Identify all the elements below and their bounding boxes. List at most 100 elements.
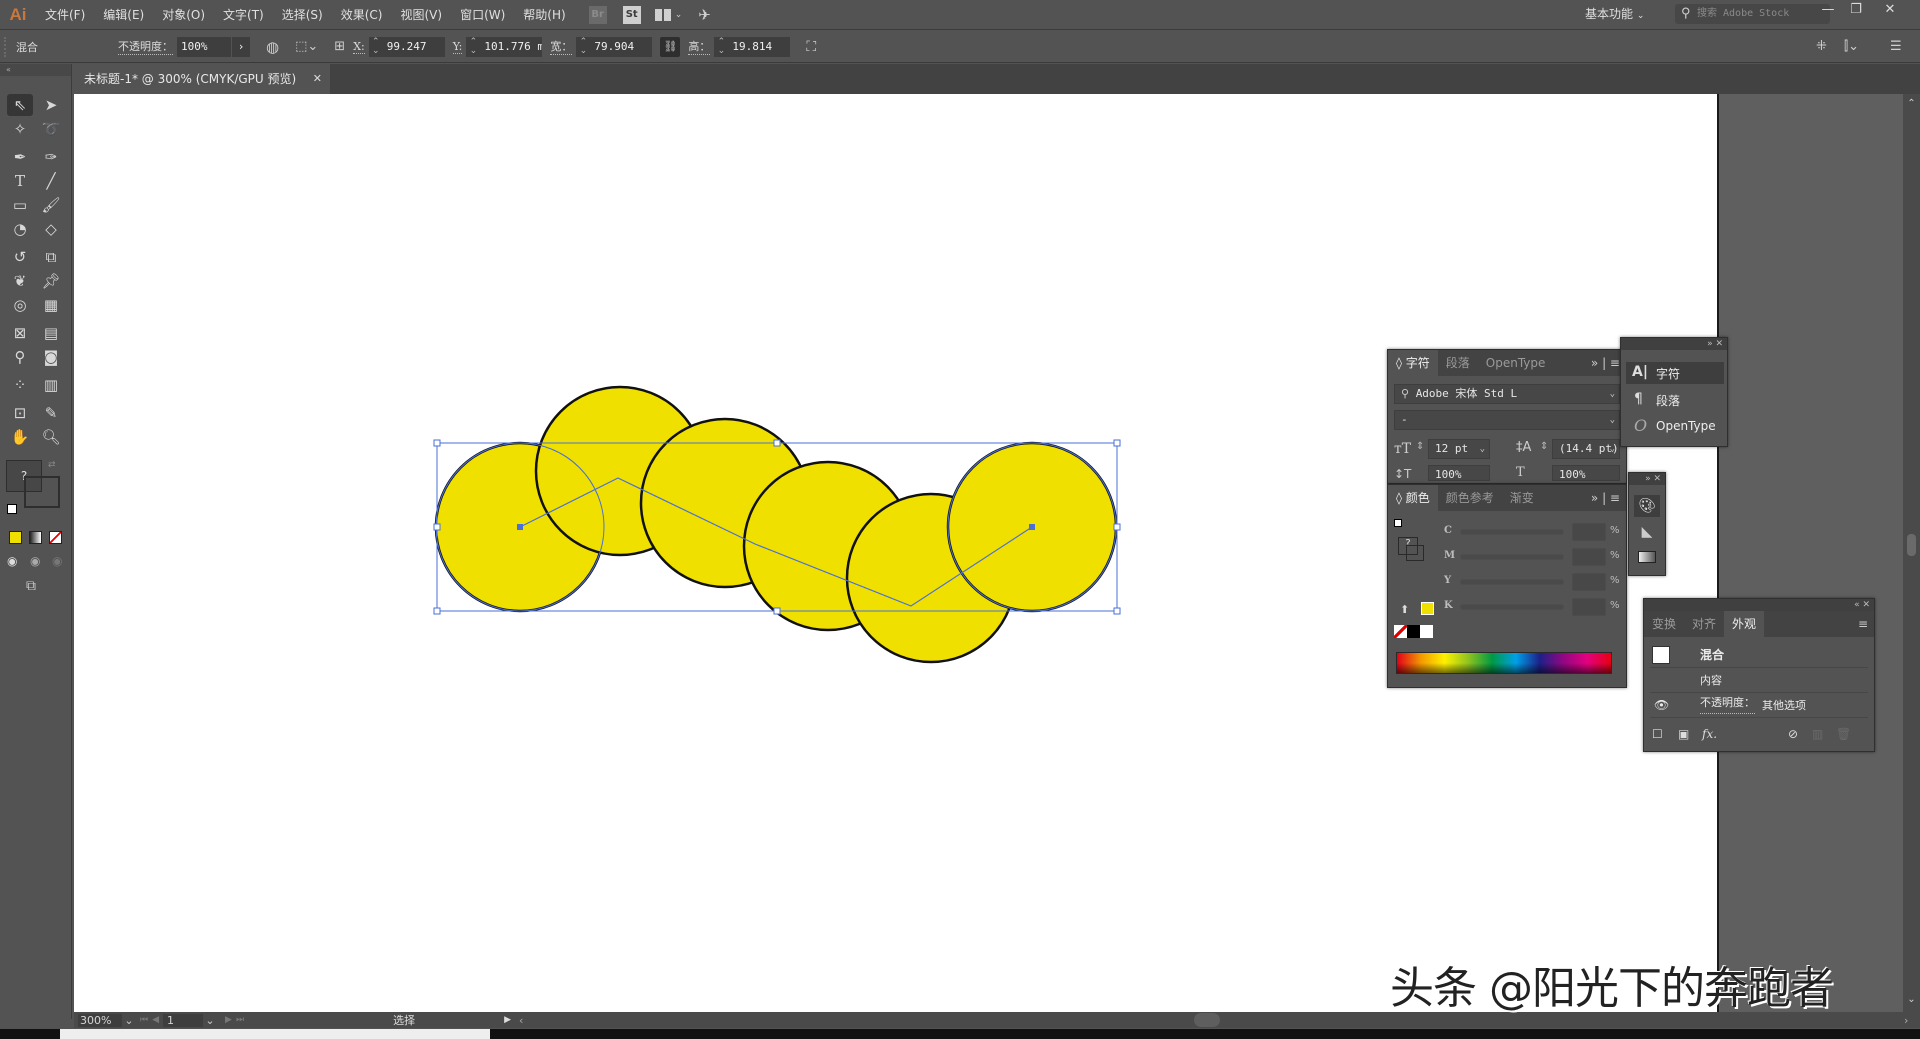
screen-mode-icon[interactable]: ⧉	[26, 578, 36, 594]
yellow-slider[interactable]	[1460, 579, 1564, 585]
color-spectrum[interactable]	[1396, 652, 1612, 674]
taskbar-search[interactable]	[60, 1029, 490, 1039]
status-menu-icon[interactable]: ▶	[504, 1015, 511, 1025]
direct-selection-tool-icon[interactable]: ➤	[38, 94, 64, 116]
arrange-documents-icon[interactable]	[654, 8, 671, 21]
white-swatch[interactable]	[1420, 625, 1433, 638]
curvature-tool-icon[interactable]: ✑	[38, 146, 64, 168]
tab-gradient[interactable]: 渐变	[1502, 485, 1542, 511]
vertical-scrollbar[interactable]: ⌃ ⌄	[1903, 94, 1920, 1019]
resize-handle[interactable]	[1113, 523, 1121, 531]
magenta-slider[interactable]	[1460, 554, 1564, 560]
collapse-toolbar-icon[interactable]: «	[0, 64, 71, 76]
gpu-performance-icon[interactable]: ✈	[698, 6, 711, 24]
none-swatch[interactable]	[1394, 625, 1407, 638]
color-guide-icon[interactable]: ◣	[1634, 521, 1660, 543]
close-dock-icon[interactable]: ✕	[1715, 339, 1723, 349]
opacity-input[interactable]: 100%	[177, 36, 231, 57]
visibility-eye-icon[interactable]: 👁︎	[1654, 693, 1669, 718]
opacity-expand-button[interactable]: ›	[232, 36, 250, 57]
eyedropper-tool-icon[interactable]: ⚲	[7, 346, 33, 368]
last-artboard-icon[interactable]: ⏭	[236, 1015, 244, 1025]
restore-button[interactable]: ❐	[1842, 0, 1870, 20]
next-artboard-icon[interactable]: ▶	[225, 1015, 232, 1025]
horizontal-scale-input[interactable]: 100%	[1552, 465, 1620, 481]
opacity-label[interactable]: 不透明度：	[118, 38, 173, 55]
column-graph-tool-icon[interactable]: ▥	[38, 374, 64, 396]
tab-color[interactable]: ◊ 颜色	[1388, 485, 1438, 511]
scroll-left-icon[interactable]: ‹	[519, 1014, 523, 1027]
appearance-row-contents[interactable]: 内容	[1650, 668, 1868, 693]
slice-tool-icon[interactable]: ✎	[38, 402, 64, 424]
width-stepper[interactable]: ⌃ ⌄	[576, 36, 591, 57]
menu-type[interactable]: 文字(T)	[214, 6, 273, 23]
black-slider[interactable]	[1460, 604, 1564, 610]
draw-behind-icon[interactable]: ◉	[30, 554, 40, 568]
perspective-grid-tool-icon[interactable]: ▦	[38, 294, 64, 316]
clear-appearance-icon[interactable]: ⊘	[1788, 727, 1798, 741]
x-stepper[interactable]: ⌃ ⌄	[368, 36, 383, 57]
artboard-dropdown-icon[interactable]: ⌄	[203, 1014, 217, 1027]
stroke-swatch[interactable]	[24, 476, 60, 508]
tab-appearance[interactable]: 外观	[1724, 611, 1765, 637]
align-to-selection-icon[interactable]: ⬚⌄	[295, 39, 318, 54]
constrain-proportions-link-icon[interactable]: ⛓	[660, 36, 681, 57]
minimize-button[interactable]: —	[1814, 0, 1842, 20]
vertical-scroll-thumb[interactable]	[1907, 534, 1916, 556]
anchor-point[interactable]	[1029, 524, 1035, 530]
add-new-stroke-icon[interactable]: ☐	[1652, 727, 1663, 741]
artboard-tool-icon[interactable]: ⊡	[7, 402, 33, 424]
line-tool-icon[interactable]: ╱	[38, 170, 64, 192]
align-options-icon[interactable]: ⫿⌄	[1844, 39, 1859, 54]
tab-align[interactable]: 对齐	[1684, 611, 1724, 637]
scroll-down-icon[interactable]: ⌄	[1903, 994, 1920, 1005]
last-color-swatch[interactable]	[1421, 602, 1434, 615]
rotate-tool-icon[interactable]: ↺	[7, 246, 33, 268]
tab-opentype[interactable]: OpenType	[1478, 350, 1554, 376]
lasso-tool-icon[interactable]: ➰	[38, 118, 64, 140]
close-window-button[interactable]: ✕	[1876, 0, 1904, 20]
document-tab[interactable]: 未标题-1* @ 300% (CMYK/GPU 预览) ✕	[74, 64, 330, 94]
resize-handle[interactable]	[433, 439, 441, 447]
menu-select[interactable]: 选择(S)	[273, 6, 332, 23]
transform-icon[interactable]: ⛶	[806, 39, 816, 55]
gradient-mode-button[interactable]	[29, 531, 42, 544]
artboard-number-field[interactable]: 1	[163, 1013, 204, 1027]
cyan-input[interactable]	[1572, 523, 1606, 541]
gradient-panel-icon[interactable]	[1638, 551, 1656, 563]
y-stepper[interactable]: ⌃ ⌄	[466, 36, 481, 57]
swap-fill-stroke-icon[interactable]: ⇄	[48, 460, 56, 470]
puppet-warp-tool-icon[interactable]: 📌︎	[38, 270, 64, 292]
horizontal-scroll-thumb[interactable]	[1194, 1013, 1220, 1027]
resize-handle[interactable]	[773, 439, 781, 447]
menu-help[interactable]: 帮助(H)	[514, 6, 574, 23]
control-bar-menu-icon[interactable]: ☰	[1890, 39, 1902, 54]
zoom-level-field[interactable]: 300%	[78, 1013, 122, 1027]
tab-paragraph[interactable]: 段落	[1438, 350, 1478, 376]
vertical-scale-input[interactable]: 100%	[1428, 465, 1490, 481]
menu-window[interactable]: 窗口(W)	[451, 6, 514, 23]
close-tab-icon[interactable]: ✕	[313, 64, 322, 94]
collapse-panel-icon[interactable]: «	[1854, 600, 1860, 610]
menu-view[interactable]: 视图(V)	[391, 6, 451, 23]
draw-normal-icon[interactable]: ◉	[7, 554, 17, 568]
grip-handle[interactable]	[4, 36, 8, 57]
isolate-group-icon[interactable]: ⁜	[1816, 39, 1827, 54]
shaper-tool-icon[interactable]: ◔	[7, 218, 33, 240]
dock-item-paragraph[interactable]: ¶ 段落	[1626, 389, 1724, 411]
menu-effect[interactable]: 效果(C)	[332, 6, 392, 23]
yellow-input[interactable]	[1572, 573, 1606, 591]
tab-transform[interactable]: 变换	[1644, 611, 1684, 637]
previous-artboard-icon[interactable]: ◀	[152, 1015, 159, 1025]
width-input[interactable]: 79.904 mm	[590, 36, 653, 73]
draw-inside-icon[interactable]: ◉	[52, 554, 62, 568]
x-input[interactable]: 99.247 mm	[382, 36, 445, 73]
mesh-tool-icon[interactable]: ⊠	[7, 322, 33, 344]
font-size-stepper[interactable]: ⇕	[1416, 441, 1424, 452]
resize-handle[interactable]	[433, 607, 441, 615]
font-family-select[interactable]: ⚲ Adobe 宋体 Std L ⌄	[1394, 384, 1620, 404]
chevron-down-icon[interactable]: ⌄	[675, 10, 683, 20]
panel-menu-icon[interactable]: ≡	[1852, 611, 1874, 637]
panel-expand-icon[interactable]: » | ≡	[1585, 485, 1626, 511]
color-palette-icon[interactable]: 🎨︎	[1634, 495, 1660, 517]
